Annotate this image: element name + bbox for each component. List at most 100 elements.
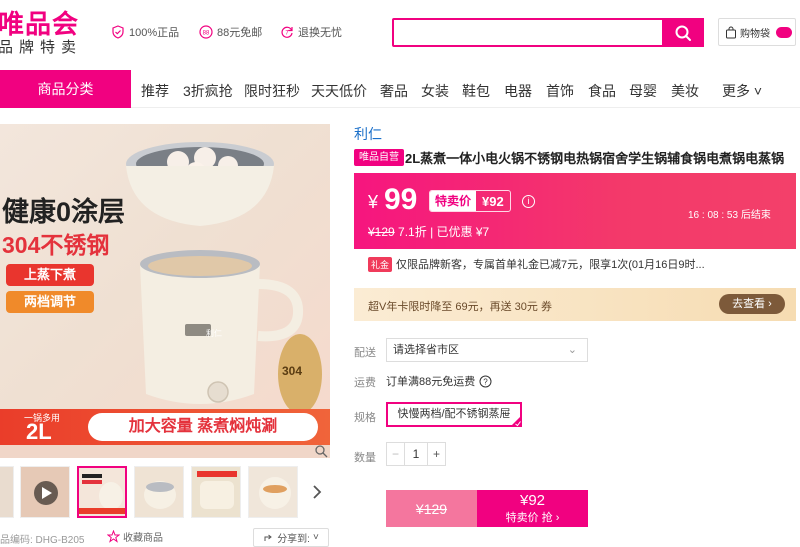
brand-link[interactable]: 利仁 — [354, 124, 382, 144]
feature-tag-steam: 上蒸下煮 — [6, 264, 94, 286]
spec-option-selected[interactable]: 快慢两档/配不锈钢蒸屉 — [386, 402, 522, 427]
promise-returns: 7 退换无忧 — [280, 24, 342, 40]
nav-item-baby[interactable]: 母婴 — [629, 81, 657, 101]
thumbnail-prev-partial[interactable] — [0, 466, 14, 518]
coupon-row[interactable]: 礼金 仅限品牌新客，专属首单礼金已减7元，限享1次(01月16日9时... — [368, 256, 705, 272]
zoom-icon[interactable] — [314, 444, 328, 458]
capacity-value: 2L — [26, 419, 52, 444]
thumbnail-video[interactable] — [20, 466, 70, 518]
saved-amount: | 已优惠 ¥7 — [430, 225, 490, 239]
image-headline-2: 304不锈钢 — [2, 232, 110, 258]
product-title: 2L蒸煮一体小电火锅不锈钢电热锅宿舍学生锅辅食锅电煮锅电蒸锅 — [405, 151, 785, 166]
coin-icon: 88 — [199, 25, 213, 39]
spec-option-label: 快慢两档/配不锈钢蒸屉 — [397, 408, 511, 420]
question-icon[interactable]: ? — [479, 375, 492, 388]
nav-item-luxury[interactable]: 奢品 — [380, 81, 408, 101]
pot-brand-label: 利仁 — [206, 329, 222, 338]
self-operated-badge: 唯品自营 — [354, 149, 404, 166]
search-button[interactable] — [662, 18, 704, 47]
return-icon: 7 — [281, 26, 293, 38]
original-price: ¥129 — [368, 225, 395, 239]
shield-icon — [112, 25, 124, 39]
cart-button[interactable]: 购物袋 — [718, 18, 796, 46]
sku-code: 品编码: DHG-B205 — [0, 535, 85, 546]
main-nav: 商品分类 推荐 3折疯抢 限时狂秒 天天低价 奢品 女装 鞋包 电器 首饰 食品… — [0, 70, 800, 108]
nav-item-electronics[interactable]: 电器 — [504, 81, 532, 101]
special-price-tag: 特卖价 ¥92 — [429, 190, 511, 212]
nav-item-women[interactable]: 女装 — [421, 81, 449, 101]
thumbnail-4[interactable] — [191, 466, 241, 518]
region-select-value: 请选择省市区 — [393, 344, 459, 356]
chevron-down-icon: ˅ — [312, 532, 319, 543]
cart-label: 购物袋 — [740, 28, 770, 40]
nav-item-daily-low[interactable]: 天天低价 — [311, 81, 367, 101]
thumbnail-next-button[interactable] — [303, 466, 331, 518]
buy-price: ¥92 — [519, 492, 546, 509]
spec-label: 规格 — [354, 412, 376, 424]
promise-label: 退换无忧 — [298, 27, 342, 39]
svg-text:88: 88 — [203, 31, 210, 37]
price-currency: ¥ — [368, 192, 379, 212]
search-box — [392, 18, 704, 47]
thumbnail-strip — [0, 466, 331, 518]
search-icon — [675, 25, 691, 41]
info-icon[interactable]: i — [522, 195, 535, 208]
buy-original-price-button[interactable]: ¥129 — [386, 490, 477, 527]
category-menu-button[interactable]: 商品分类 — [0, 70, 131, 108]
svip-text: 超V年卡限时降至 69元，再送 30元 券 — [368, 301, 552, 313]
capacity-slogan: 加大容量 蒸煮焖炖涮 — [88, 413, 318, 441]
nav-item-jewelry[interactable]: 首饰 — [546, 81, 574, 101]
share-button[interactable]: 分享到: ˅ — [253, 528, 329, 547]
freight-info: 订单满88元免运费 ? — [386, 373, 492, 389]
quantity-decrease-button[interactable]: − — [387, 443, 405, 465]
nav-item-limited-sale[interactable]: 限时狂秒 — [244, 81, 300, 101]
nav-item-flash-discount[interactable]: 3折疯抢 — [183, 81, 233, 101]
buy-special-price-button[interactable]: ¥92 特卖价 抢 › — [477, 490, 588, 527]
share-icon — [264, 534, 272, 541]
special-price-value: ¥92 — [482, 193, 504, 209]
freight-value: 订单满88元免运费 — [386, 376, 476, 388]
favorite-label: 收藏商品 — [123, 533, 163, 544]
chevron-right-icon — [313, 485, 322, 499]
star-icon — [107, 530, 120, 543]
quantity-value[interactable]: 1 — [405, 443, 427, 465]
nav-more-label: 更多 — [722, 83, 750, 99]
feature-tag-two-speed: 两档调节 — [6, 291, 94, 313]
countdown-timer: 16 : 08 : 53 后结束 — [688, 210, 771, 221]
search-input[interactable] — [398, 24, 660, 42]
thumbnail-active[interactable] — [77, 466, 127, 518]
promise-free-shipping: 88 88元免邮 — [199, 24, 262, 40]
promise-authentic: 100%正品 — [111, 24, 179, 40]
price-subline: ¥129 7.1折 | 已优惠 ¥7 — [368, 223, 489, 240]
price-panel: ¥ 99 特卖价 ¥92 i 16 : 08 : 53 后结束 ¥129 7.1… — [354, 173, 796, 249]
delivery-label: 配送 — [354, 347, 376, 359]
quantity-label: 数量 — [354, 452, 376, 464]
buy-action-label: 特卖价 抢 › — [505, 512, 560, 524]
nav-item-recommend[interactable]: 推荐 — [141, 81, 169, 101]
header: 唯品会 品牌特卖 100%正品 88 88元免邮 7 退换无忧 购物袋 — [0, 0, 800, 66]
quantity-stepper: − 1 + — [386, 442, 446, 466]
cart-count-badge — [776, 26, 792, 38]
nav-item-beauty[interactable]: 美妆 — [671, 81, 699, 101]
image-headline-1: 健康0涂层 — [2, 197, 126, 227]
logo-tagline: 品牌特卖 — [0, 39, 83, 56]
nav-item-food[interactable]: 食品 — [588, 81, 616, 101]
region-select[interactable]: 请选择省市区 ⌄ — [386, 338, 588, 362]
quantity-increase-button[interactable]: + — [427, 443, 445, 465]
coupon-text: 仅限品牌新客，专属首单礼金已减7元，限享1次(01月16日9时... — [396, 259, 705, 271]
freight-label: 运费 — [354, 377, 376, 389]
thumbnail-3[interactable] — [134, 466, 184, 518]
svg-text:?: ? — [484, 377, 489, 386]
chevron-down-icon: ⌄ — [567, 344, 577, 356]
product-main-image[interactable]: 健康0涂层 304不锈钢 上蒸下煮 两档调节 利仁 304 一锅多用 2L 加大… — [0, 124, 330, 458]
nav-item-shoes-bags[interactable]: 鞋包 — [462, 81, 490, 101]
bag-icon — [726, 26, 736, 38]
favorite-button[interactable]: 收藏商品 — [107, 529, 163, 544]
svg-text:7: 7 — [285, 31, 289, 37]
svip-view-button[interactable]: 去查看 › — [719, 294, 785, 314]
thumbnail-5[interactable] — [248, 466, 298, 518]
buy-bar: ¥129 ¥92 特卖价 抢 › — [386, 490, 588, 527]
nav-item-more[interactable]: 更多 ˅ — [722, 81, 762, 101]
promise-label: 88元免邮 — [217, 27, 263, 39]
chevron-down-icon: ˅ — [750, 83, 763, 99]
